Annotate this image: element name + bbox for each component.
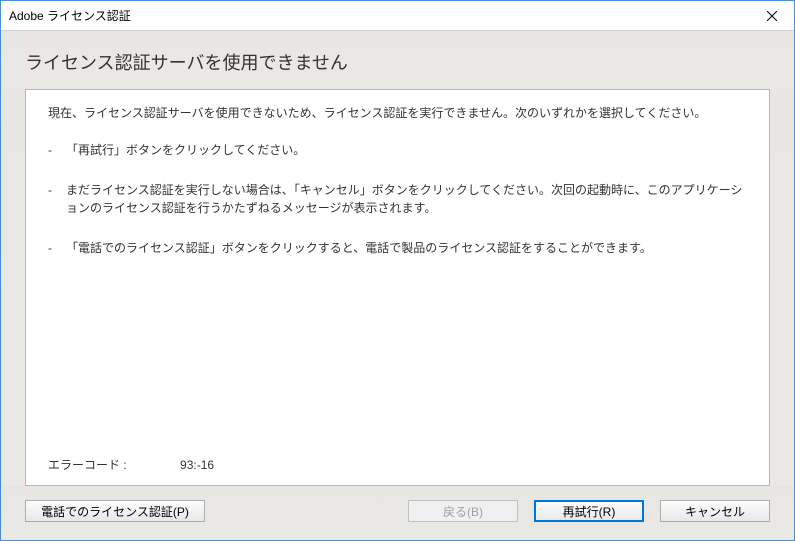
bullet-marker: -	[48, 181, 66, 217]
option-list: - 「再試行」ボタンをクリックしてください。 - まだライセンス認証を実行しない…	[48, 141, 747, 257]
error-code-area: エラーコード : 93:-16	[48, 456, 214, 473]
page-heading: ライセンス認証サーバを使用できません	[25, 49, 770, 75]
content-wrapper: ライセンス認証サーバを使用できません 現在、ライセンス認証サーバを使用できないた…	[1, 31, 794, 540]
list-item: - 「電話でのライセンス認証」ボタンをクリックすると、電話で製品のライセンス認証…	[48, 239, 747, 257]
list-item-text: 「再試行」ボタンをクリックしてください。	[66, 141, 747, 159]
button-bar: 電話でのライセンス認証(P) 戻る(B) 再試行(R) キャンセル	[1, 486, 794, 540]
dialog-window: Adobe ライセンス認証 ライセンス認証サーバを使用できません 現在、ライセン…	[0, 0, 795, 541]
retry-button[interactable]: 再試行(R)	[534, 500, 644, 522]
intro-text: 現在、ライセンス認証サーバを使用できないため、ライセンス認証を実行できません。次…	[48, 104, 747, 121]
cancel-button[interactable]: キャンセル	[660, 500, 770, 522]
list-item-text: まだライセンス認証を実行しない場合は、「キャンセル」ボタンをクリックしてください…	[66, 181, 747, 217]
heading-area: ライセンス認証サーバを使用できません	[1, 31, 794, 89]
close-button[interactable]	[749, 1, 794, 30]
list-item: - 「再試行」ボタンをクリックしてください。	[48, 141, 747, 159]
message-panel: 現在、ライセンス認証サーバを使用できないため、ライセンス認証を実行できません。次…	[25, 89, 770, 486]
close-icon	[767, 11, 777, 21]
list-item-text: 「電話でのライセンス認証」ボタンをクリックすると、電話で製品のライセンス認証をす…	[66, 239, 747, 257]
titlebar: Adobe ライセンス認証	[1, 1, 794, 31]
error-code-value: 93:-16	[180, 458, 214, 472]
error-code-label: エラーコード :	[48, 456, 127, 473]
bullet-marker: -	[48, 239, 66, 257]
bullet-marker: -	[48, 141, 66, 159]
back-button[interactable]: 戻る(B)	[408, 500, 518, 522]
list-item: - まだライセンス認証を実行しない場合は、「キャンセル」ボタンをクリックしてくだ…	[48, 181, 747, 217]
phone-activation-button[interactable]: 電話でのライセンス認証(P)	[25, 500, 205, 522]
window-title: Adobe ライセンス認証	[9, 7, 131, 24]
